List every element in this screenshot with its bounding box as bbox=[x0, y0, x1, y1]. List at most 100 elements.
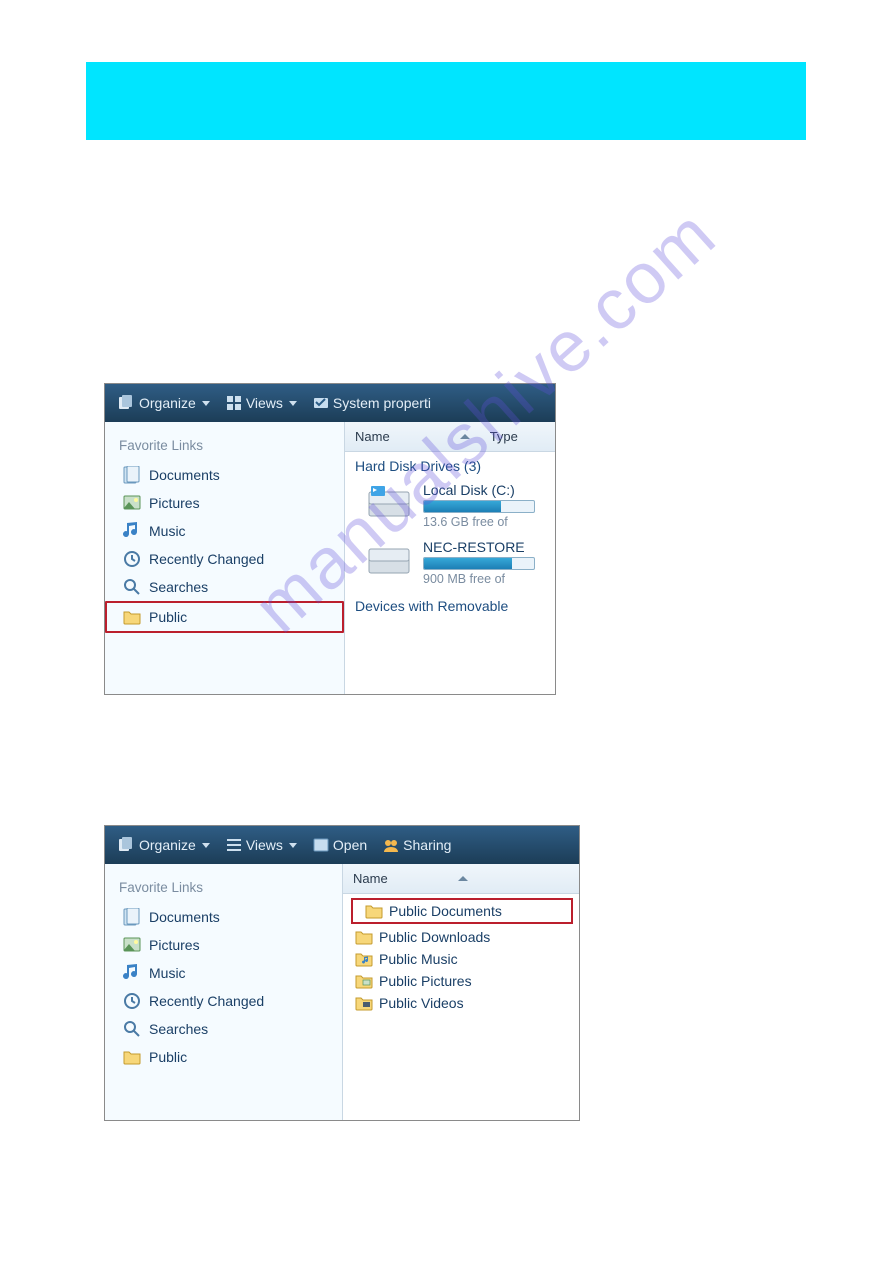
open-button[interactable]: Open bbox=[307, 835, 373, 855]
searches-label: Searches bbox=[149, 579, 208, 595]
organize-label: Organize bbox=[139, 395, 196, 411]
music-label: Music bbox=[149, 523, 186, 539]
music-icon bbox=[123, 522, 141, 540]
videos-folder-icon bbox=[355, 995, 373, 1011]
chevron-down-icon bbox=[289, 401, 297, 406]
content-pane: Name Type Hard Disk Drives (3) Local Dis… bbox=[345, 422, 555, 694]
toolbar: Organize Views System properti bbox=[105, 384, 555, 422]
folder-public-pictures[interactable]: Public Pictures bbox=[343, 970, 579, 992]
sidebar-item-music[interactable]: Music bbox=[105, 959, 342, 987]
folder-label: Public Pictures bbox=[379, 973, 472, 989]
content-pane: Name Public Documents Public Downloads P… bbox=[343, 864, 579, 1120]
system-properties-icon bbox=[313, 395, 329, 411]
sidebar-item-public[interactable]: Public bbox=[105, 601, 344, 633]
drive-icon bbox=[365, 539, 413, 579]
music-folder-icon bbox=[355, 951, 373, 967]
column-name[interactable]: Name bbox=[355, 429, 390, 444]
sidebar-item-searches[interactable]: Searches bbox=[105, 573, 344, 601]
folder-public-downloads[interactable]: Public Downloads bbox=[343, 926, 579, 948]
views-button[interactable]: Views bbox=[220, 393, 303, 413]
organize-label: Organize bbox=[139, 837, 196, 853]
capacity-bar bbox=[423, 500, 535, 513]
music-icon bbox=[123, 964, 141, 982]
organize-icon bbox=[119, 395, 135, 411]
public-label: Public bbox=[149, 1049, 187, 1065]
folder-icon bbox=[365, 903, 383, 919]
chevron-down-icon bbox=[202, 843, 210, 848]
drive-icon bbox=[365, 482, 413, 522]
drive-nec-restore[interactable]: NEC-RESTORE 900 MB free of bbox=[345, 535, 555, 592]
sort-arrow-icon bbox=[460, 434, 470, 439]
folder-label: Public Downloads bbox=[379, 929, 490, 945]
folder-public-music[interactable]: Public Music bbox=[343, 948, 579, 970]
public-folder-icon bbox=[123, 1048, 141, 1066]
pictures-icon bbox=[123, 494, 141, 512]
folder-label: Public Videos bbox=[379, 995, 464, 1011]
organize-button[interactable]: Organize bbox=[113, 393, 216, 413]
group-removable-devices: Devices with Removable bbox=[345, 592, 555, 618]
search-icon bbox=[123, 578, 141, 596]
folder-label: Public Documents bbox=[389, 903, 502, 919]
column-name[interactable]: Name bbox=[353, 871, 388, 886]
organize-button[interactable]: Organize bbox=[113, 835, 216, 855]
favorites-header: Favorite Links bbox=[105, 870, 342, 903]
sidebar-item-pictures[interactable]: Pictures bbox=[105, 489, 344, 517]
views-label: Views bbox=[246, 837, 283, 853]
drive-free-text: 900 MB free of bbox=[423, 572, 535, 586]
documents-icon bbox=[123, 908, 141, 926]
toolbar: Organize Views Open Sharing bbox=[105, 826, 579, 864]
capacity-bar bbox=[423, 557, 535, 570]
public-label: Public bbox=[149, 609, 187, 625]
music-label: Music bbox=[149, 965, 186, 981]
folder-icon bbox=[355, 929, 373, 945]
organize-icon bbox=[119, 837, 135, 853]
favorites-header: Favorite Links bbox=[105, 428, 344, 461]
drive-name: NEC-RESTORE bbox=[423, 539, 535, 555]
sort-arrow-icon bbox=[458, 876, 468, 881]
views-icon bbox=[226, 837, 242, 853]
pictures-icon bbox=[123, 936, 141, 954]
folder-public-documents[interactable]: Public Documents bbox=[351, 898, 573, 924]
searches-label: Searches bbox=[149, 1021, 208, 1037]
open-icon bbox=[313, 837, 329, 853]
views-button[interactable]: Views bbox=[220, 835, 303, 855]
sharing-label: Sharing bbox=[403, 837, 451, 853]
sidebar-item-recently-changed[interactable]: Recently Changed bbox=[105, 545, 344, 573]
column-headers[interactable]: Name Type bbox=[345, 422, 555, 452]
sidebar-item-recently-changed[interactable]: Recently Changed bbox=[105, 987, 342, 1015]
sidebar-item-music[interactable]: Music bbox=[105, 517, 344, 545]
explorer-screenshot-2: Organize Views Open Sharing Favorite Lin… bbox=[104, 825, 580, 1121]
system-properties-button[interactable]: System properti bbox=[307, 393, 437, 413]
recently-changed-icon bbox=[123, 992, 141, 1010]
cyan-header-bar bbox=[86, 62, 806, 140]
drive-local-disk-c[interactable]: Local Disk (C:) 13.6 GB free of bbox=[345, 478, 555, 535]
sidebar-item-documents[interactable]: Documents bbox=[105, 903, 342, 931]
explorer-screenshot-1: Organize Views System properti Favorite … bbox=[104, 383, 556, 695]
favorites-pane: Favorite Links Documents Pictures Music … bbox=[105, 422, 345, 694]
open-label: Open bbox=[333, 837, 367, 853]
drive-name: Local Disk (C:) bbox=[423, 482, 535, 498]
search-icon bbox=[123, 1020, 141, 1038]
sharing-button[interactable]: Sharing bbox=[377, 835, 457, 855]
recently-changed-label: Recently Changed bbox=[149, 551, 264, 567]
recently-changed-label: Recently Changed bbox=[149, 993, 264, 1009]
chevron-down-icon bbox=[289, 843, 297, 848]
pictures-label: Pictures bbox=[149, 495, 200, 511]
drive-free-text: 13.6 GB free of bbox=[423, 515, 535, 529]
group-hard-disks: Hard Disk Drives (3) bbox=[345, 452, 555, 478]
folder-label: Public Music bbox=[379, 951, 458, 967]
column-headers[interactable]: Name bbox=[343, 864, 579, 894]
views-label: Views bbox=[246, 395, 283, 411]
folder-public-videos[interactable]: Public Videos bbox=[343, 992, 579, 1014]
sidebar-item-pictures[interactable]: Pictures bbox=[105, 931, 342, 959]
public-folder-icon bbox=[123, 608, 141, 626]
sidebar-item-public[interactable]: Public bbox=[105, 1043, 342, 1071]
pictures-folder-icon bbox=[355, 973, 373, 989]
sidebar-item-searches[interactable]: Searches bbox=[105, 1015, 342, 1043]
system-properties-label: System properti bbox=[333, 395, 431, 411]
column-type[interactable]: Type bbox=[490, 429, 518, 444]
sidebar-item-documents[interactable]: Documents bbox=[105, 461, 344, 489]
documents-label: Documents bbox=[149, 909, 220, 925]
sharing-icon bbox=[383, 837, 399, 853]
chevron-down-icon bbox=[202, 401, 210, 406]
